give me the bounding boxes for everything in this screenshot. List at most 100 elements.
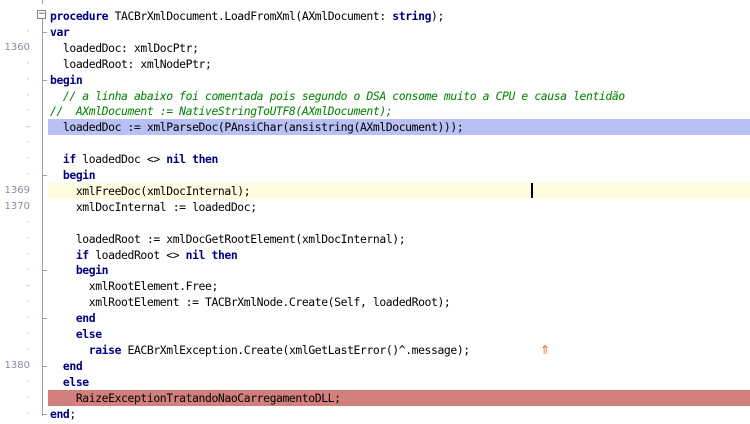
line-number: 1380 xyxy=(4,360,30,371)
code-token: xmlRootElement.Free; xyxy=(50,279,219,293)
code-token: xmlRootElement := TACBrXmlNode.Create(Se… xyxy=(50,295,451,309)
code-text: loadedRoot: xmlNodePtr; xyxy=(50,56,212,72)
code-line[interactable]: · var xyxy=(0,24,750,40)
gutter-marker: · xyxy=(26,377,30,387)
gutter-marker: · xyxy=(26,75,30,85)
code-text: // a linha abaixo foi comentada pois seg… xyxy=(50,88,625,104)
code-line[interactable]: · begin xyxy=(0,262,750,278)
code-text: procedure TACBrXmlDocument.LoadFromXml(A… xyxy=(50,8,444,24)
gutter-marker: · xyxy=(26,393,30,403)
comment-token: // a linha abaixo foi comentada pois seg… xyxy=(50,89,625,103)
fold-tick xyxy=(42,80,47,81)
keyword-token: then xyxy=(192,152,218,166)
code-token: loadedRoot <> xyxy=(88,248,186,262)
keyword-token: var xyxy=(50,25,70,39)
gutter-marker: · xyxy=(26,329,30,339)
code-text: RaizeExceptionTratandoNaoCarregamentoDLL… xyxy=(50,390,341,406)
code-line[interactable]: · begin xyxy=(0,72,750,88)
fold-tick xyxy=(42,32,47,33)
gutter-marker: · xyxy=(26,265,30,275)
code-token: xmlDocInternal := loadedDoc; xyxy=(50,200,257,214)
code-token: loadedRoot: xmlNodePtr; xyxy=(50,57,212,71)
code-text: xmlDocInternal := loadedDoc; xyxy=(50,199,257,215)
keyword-token: else xyxy=(62,375,89,389)
code-line[interactable]: – xmlRootElement.Free; xyxy=(0,278,750,294)
fold-tick xyxy=(42,175,47,176)
code-line[interactable]: · end xyxy=(0,310,750,326)
code-line[interactable]: · RaizeExceptionTratandoNaoCarregamentoD… xyxy=(0,390,750,406)
jump-arrow-icon[interactable]: ⇑ xyxy=(540,343,552,357)
code-line[interactable]: procedure TACBrXmlDocument.LoadFromXml(A… xyxy=(0,8,750,24)
code-line[interactable]: · begin xyxy=(0,167,750,183)
code-line[interactable]: · // AXmlDocument := NativeStringToUTF8(A… xyxy=(0,103,750,119)
gutter-marker: · xyxy=(26,91,30,101)
code-line[interactable]: · else xyxy=(0,374,750,390)
code-text: loadedRoot := xmlDocGetRootElement(xmlDo… xyxy=(50,231,406,247)
text-caret xyxy=(531,183,533,198)
fold-tick xyxy=(42,318,47,319)
code-text: // AXmlDocument := NativeStringToUTF8(AX… xyxy=(50,103,393,119)
gutter-marker: · xyxy=(26,345,30,355)
code-line[interactable]: · if loadedRoot <> nil then xyxy=(0,247,750,263)
code-text: loadedDoc: xmlDocPtr; xyxy=(50,40,199,56)
line-number: 1360 xyxy=(4,42,30,53)
code-line[interactable]: 1380 end xyxy=(0,358,750,374)
code-line[interactable]: – loadedDoc := xmlParseDoc(PAnsiChar(ans… xyxy=(0,119,750,135)
keyword-token: begin xyxy=(50,73,83,87)
code-line[interactable]: · loadedRoot: xmlNodePtr; xyxy=(0,56,750,72)
code-line[interactable]: · end; xyxy=(0,406,750,422)
keyword-token: raise xyxy=(88,343,122,357)
line-number: 1370 xyxy=(4,201,30,212)
keyword-token: begin xyxy=(62,168,96,182)
code-text: begin xyxy=(50,262,109,278)
code-token: loadedRoot := xmlDocGetRootElement(xmlDo… xyxy=(50,232,406,246)
code-line[interactable]: 1370 xmlDocInternal := loadedDoc; xyxy=(0,199,750,215)
code-text: xmlFreeDoc(xmlDocInternal); xyxy=(50,183,251,199)
gutter-marker: · xyxy=(26,106,30,116)
keyword-token: if xyxy=(75,248,89,262)
fold-guide-top xyxy=(42,0,43,4)
code-token: xmlFreeDoc(xmlDocInternal); xyxy=(50,184,251,198)
code-token: EACBrXmlException.Create(xmlGetLastError… xyxy=(121,343,471,357)
code-text: if loadedDoc <> nil then xyxy=(50,151,218,167)
gutter-marker: · xyxy=(26,313,30,323)
gutter-marker: · xyxy=(26,250,30,260)
gutter-marker: · xyxy=(26,218,30,228)
gutter-marker: · xyxy=(26,59,30,69)
gutter-marker: · xyxy=(26,27,30,37)
keyword-token: end xyxy=(62,359,83,373)
gutter-marker: · xyxy=(26,138,30,148)
code-text: begin xyxy=(50,72,83,88)
code-line[interactable]: 1369 xmlFreeDoc(xmlDocInternal); xyxy=(0,183,750,199)
code-line[interactable]: · xyxy=(0,135,750,151)
code-line[interactable]: · else xyxy=(0,326,750,342)
keyword-token: end xyxy=(75,311,96,325)
code-text: xmlRootElement := TACBrXmlNode.Create(Se… xyxy=(50,294,451,310)
code-text: else xyxy=(50,374,89,390)
code-line[interactable]: · loadedRoot := xmlDocGetRootElement(xml… xyxy=(0,231,750,247)
keyword-token: begin xyxy=(75,263,109,277)
code-line[interactable]: · raise EACBrXmlException.Create(xmlGetL… xyxy=(0,342,750,358)
code-line[interactable]: · xyxy=(0,215,750,231)
keyword-token: if xyxy=(62,152,76,166)
code-text: xmlRootElement.Free; xyxy=(50,278,219,294)
code-token: loadedDoc: xmlDocPtr; xyxy=(50,41,199,55)
code-token: RaizeExceptionTratandoNaoCarregamentoDLL… xyxy=(50,391,341,405)
code-line[interactable]: · // a linha abaixo foi comentada pois s… xyxy=(0,88,750,104)
line-number: 1369 xyxy=(4,185,30,196)
keyword-token: nil xyxy=(185,248,206,262)
gutter-marker: · xyxy=(26,170,30,180)
code-token: loadedDoc <> xyxy=(75,152,167,166)
keyword-token: then xyxy=(211,248,238,262)
code-text: var xyxy=(50,24,70,40)
code-line[interactable]: · if loadedDoc <> nil then xyxy=(0,151,750,167)
code-line[interactable]: 1360 loadedDoc: xmlDocPtr; xyxy=(0,40,750,56)
code-text: loadedDoc := xmlParseDoc(PAnsiChar(ansis… xyxy=(50,119,464,135)
code-editor[interactable]: − procedure TACBrXmlDocument.LoadFromXml… xyxy=(0,0,750,424)
comment-token: // AXmlDocument := NativeStringToUTF8(AX… xyxy=(50,104,393,118)
code-line[interactable]: · xmlRootElement := TACBrXmlNode.Create(… xyxy=(0,294,750,310)
code-token: ; xyxy=(69,407,76,421)
